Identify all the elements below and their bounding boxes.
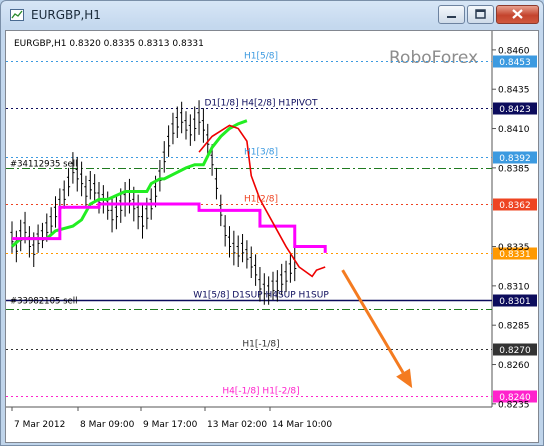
minimize-button[interactable]	[438, 5, 465, 24]
price-tick-0: 0.8460	[498, 46, 530, 56]
chart-info-text: EURGBP,H1 0.8320 0.8335 0.8313 0.8331	[14, 39, 204, 49]
watermark: RoboForex	[389, 48, 478, 68]
time-tick-0: 7 Mar 2012	[14, 420, 65, 430]
price-tick-6: 0.8285	[498, 322, 530, 332]
time-tick-1: 8 Mar 09:00	[80, 420, 135, 430]
price-tick-7: 0.8260	[498, 361, 530, 371]
maximize-button[interactable]	[467, 5, 494, 24]
price-tag-8: 0.8270	[499, 346, 531, 356]
price-tick-3: 0.8385	[498, 164, 530, 174]
price-tag-0: 0.8453	[499, 58, 531, 68]
price-tag-6: 0.8301	[499, 297, 531, 307]
window-title: EURGBP,H1	[31, 8, 101, 22]
level-label-0: H1[5/8]	[244, 52, 278, 62]
chart-window-icon	[10, 9, 24, 21]
order-label-1: #33982105 sell	[10, 297, 77, 307]
price-tick-5: 0.8310	[498, 282, 530, 292]
price-tick-8: 0.8235	[498, 400, 530, 410]
level-label-2: H1[3/8]	[244, 148, 278, 158]
price-tick-1: 0.8435	[498, 86, 530, 96]
price-tag-1: 0.8423	[499, 105, 531, 115]
price-tick-4: 0.8335	[498, 243, 530, 253]
price-tag-4: 0.8362	[499, 201, 531, 211]
level-label-1: D1[1/8] H4[2/8] H1PIVOT	[204, 99, 318, 109]
level-label-6: W1[5/8] D1SUP H4SUP H1SUP	[193, 291, 329, 301]
level-label-4: H1[2/8]	[244, 195, 278, 205]
price-chart[interactable]: EURGBP,H1 0.8320 0.8335 0.8313 0.8331 Ro…	[6, 31, 538, 442]
price-tick-2: 0.8410	[498, 125, 530, 135]
title-bar[interactable]: EURGBP,H1	[1, 1, 543, 29]
level-label-9: H4[-1/8] H1[-2/8]	[222, 387, 299, 397]
close-icon	[512, 9, 523, 19]
close-button[interactable]	[496, 5, 539, 24]
order-label-0: #34112935 sell	[10, 160, 77, 170]
chart-area[interactable]: EURGBP,H1 0.8320 0.8335 0.8313 0.8331 Ro…	[5, 30, 539, 443]
time-tick-4: 14 Mar 10:00	[272, 420, 332, 430]
level-label-8: H1[-1/8]	[242, 340, 279, 350]
time-tick-2: 9 Mar 17:00	[143, 420, 198, 430]
maximize-icon	[475, 9, 486, 19]
time-tick-3: 13 Mar 02:00	[207, 420, 267, 430]
chart-window: EURGBP,H1 EURGBP,H1 0.8320 0.8335 0.8313…	[0, 0, 544, 446]
price-tag-2: 0.8392	[499, 154, 531, 164]
minimize-icon	[447, 16, 456, 18]
